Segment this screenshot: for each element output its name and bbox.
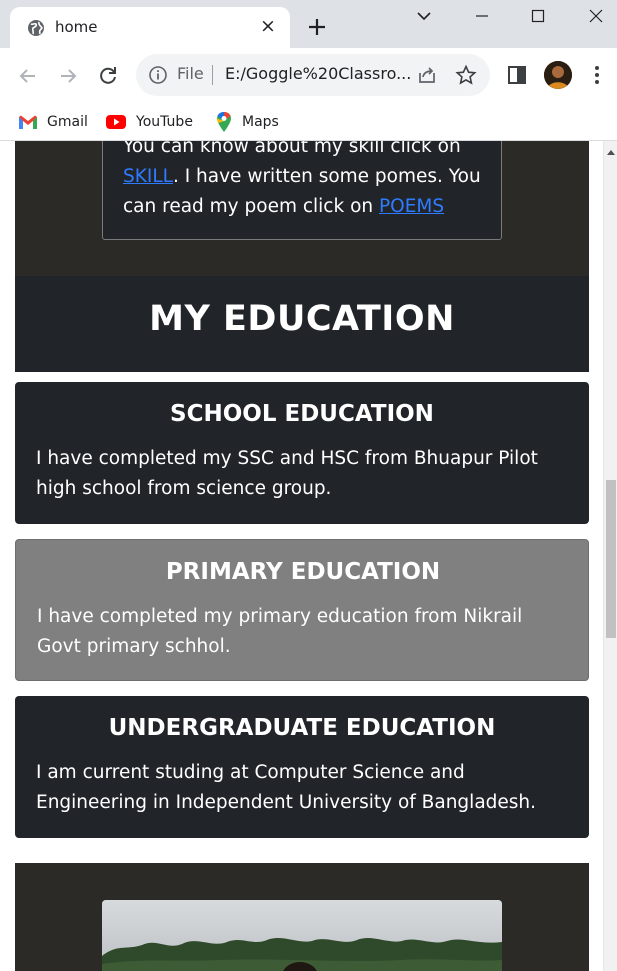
maps-icon	[217, 112, 231, 132]
profile-photo-icon	[544, 61, 572, 89]
maximize-icon[interactable]	[526, 4, 550, 28]
bookmarks-bar: Gmail YouTube Maps	[0, 104, 617, 141]
about-text-part1: You can know about my skill click on	[123, 141, 461, 157]
card-text: I am current studing at Computer Science…	[36, 762, 537, 813]
education-card-primary: PRIMARY EDUCATION I have completed my pr…	[15, 539, 589, 681]
scrollbar-thumb[interactable]	[606, 480, 616, 638]
education-heading: MY EDUCATION	[149, 299, 455, 339]
page-content: You can know about my skill click on SKI…	[0, 141, 603, 971]
address-bar[interactable]: File E:/Goggle%20Classro...	[136, 54, 490, 96]
site-info-icon[interactable]	[148, 65, 168, 85]
youtube-icon	[106, 115, 126, 129]
side-panel-icon[interactable]	[506, 64, 528, 86]
browser-menu-icon[interactable]	[588, 64, 606, 86]
globe-icon	[28, 20, 44, 36]
bookmark-youtube[interactable]: YouTube	[105, 110, 193, 134]
skill-link[interactable]: SKILL	[123, 166, 173, 187]
about-card: You can know about my skill click on SKI…	[102, 141, 502, 240]
bookmark-gmail[interactable]: Gmail	[18, 110, 88, 134]
education-card-undergraduate: UNDERGRADUATE EDUCATION I am current stu…	[15, 696, 589, 838]
card-text: I have completed my SSC and HSC from Bhu…	[36, 448, 538, 499]
browser-toolbar: File E:/Goggle%20Classro...	[0, 48, 617, 104]
back-arrow-icon[interactable]	[16, 64, 40, 88]
tab-title: home	[55, 18, 98, 36]
bookmark-label: Gmail	[47, 114, 88, 130]
bookmark-label: YouTube	[136, 114, 193, 130]
window-close-icon[interactable]	[584, 4, 608, 28]
bookmark-maps[interactable]: Maps	[215, 110, 279, 134]
tab-search-chevron-icon[interactable]	[412, 4, 436, 28]
photo-section	[15, 863, 589, 971]
card-title: SCHOOL EDUCATION	[170, 401, 434, 427]
card-title: PRIMARY EDUCATION	[165, 559, 441, 585]
about-section: You can know about my skill click on SKI…	[15, 141, 589, 276]
omnibox-divider	[212, 65, 213, 85]
card-title: UNDERGRADUATE EDUCATION	[108, 715, 496, 741]
education-header: MY EDUCATION	[15, 276, 589, 372]
card-text: I have completed my primary education fr…	[37, 606, 523, 657]
education-card-school: SCHOOL EDUCATION I have completed my SSC…	[15, 382, 589, 524]
bookmark-star-icon[interactable]	[455, 64, 477, 86]
about-text: You can know about my skill click on SKI…	[123, 141, 483, 222]
vertical-scrollbar[interactable]	[603, 141, 617, 971]
new-tab-plus-icon[interactable]	[305, 15, 329, 39]
forward-arrow-icon[interactable]	[56, 64, 80, 88]
share-icon[interactable]	[416, 64, 438, 86]
profile-avatar[interactable]	[544, 61, 572, 89]
url-scheme-label: File	[177, 64, 204, 83]
reload-icon[interactable]	[96, 64, 120, 88]
bookmark-label: Maps	[242, 114, 279, 130]
profile-photo	[102, 900, 502, 971]
browser-tab[interactable]: home ×	[10, 7, 290, 48]
gmail-icon	[19, 115, 37, 129]
minimize-icon[interactable]	[470, 4, 494, 28]
scroll-up-arrow-icon[interactable]	[607, 149, 615, 155]
browser-titlebar: home ×	[0, 0, 617, 48]
tab-close-icon[interactable]: ×	[257, 15, 279, 37]
url-text[interactable]: E:/Goggle%20Classro...	[225, 64, 411, 83]
outdoor-photo-image	[102, 900, 502, 971]
poems-link[interactable]: POEMS	[379, 196, 444, 217]
page-viewport: You can know about my skill click on SKI…	[0, 141, 617, 971]
